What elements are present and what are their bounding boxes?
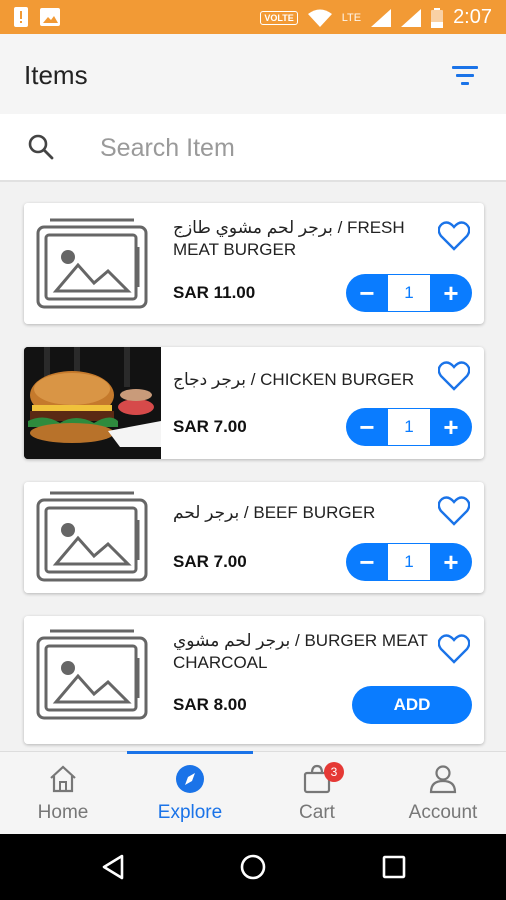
- home-icon: [50, 765, 76, 793]
- filter-icon[interactable]: [452, 64, 478, 86]
- nav-account[interactable]: Account: [380, 752, 506, 835]
- quantity-stepper: − 1 +: [346, 274, 472, 312]
- nav-cart[interactable]: 3 Cart: [254, 752, 380, 835]
- search-input[interactable]: [100, 128, 480, 168]
- cart-badge: 3: [324, 762, 344, 782]
- placeholder-image-icon: [36, 491, 148, 582]
- system-navigation-bar: [0, 834, 506, 900]
- network-type: LTE: [341, 11, 362, 24]
- item-price: SAR 8.00: [173, 695, 247, 714]
- nav-label: Account: [408, 802, 478, 823]
- battery-icon: [431, 7, 444, 28]
- increase-button[interactable]: +: [430, 543, 472, 581]
- nav-label: Home: [37, 802, 89, 823]
- increase-button[interactable]: +: [430, 408, 472, 446]
- wifi-icon: [307, 9, 332, 27]
- quantity-value: 1: [388, 543, 430, 581]
- status-bar: VOLTE LTE 2:07: [0, 0, 506, 34]
- item-card[interactable]: برجر لحم مشوي طازج / FRESH MEAT BURGER S…: [24, 203, 484, 324]
- back-icon[interactable]: [101, 854, 125, 880]
- nav-home[interactable]: Home: [0, 752, 126, 835]
- gallery-icon: [40, 8, 60, 26]
- quantity-stepper: − 1 +: [346, 543, 472, 581]
- nav-label: Explore: [157, 802, 223, 823]
- page-title: Items: [24, 60, 88, 90]
- person-icon: [429, 765, 457, 794]
- compass-icon: [176, 765, 204, 793]
- nav-label: Cart: [299, 802, 335, 823]
- add-button[interactable]: ADD: [352, 686, 472, 724]
- alert-icon: [14, 7, 28, 27]
- item-price: SAR 11.00: [173, 283, 256, 302]
- decrease-button[interactable]: −: [346, 274, 388, 312]
- increase-button[interactable]: +: [430, 274, 472, 312]
- volte-indicator: VOLTE: [260, 10, 298, 25]
- app-header: Items: [0, 34, 506, 114]
- item-image: [24, 203, 160, 324]
- signal-icon: [371, 8, 392, 27]
- clock: 2:07: [453, 6, 492, 28]
- item-card[interactable]: برجر لحم / BEEF BURGER SAR 7.00 − 1 +: [24, 482, 484, 593]
- item-name: برجر لحم / BEEF BURGER: [173, 503, 376, 522]
- item-name: برجر دجاج / CHICKEN BURGER: [173, 370, 415, 389]
- item-price: SAR 7.00: [173, 552, 247, 571]
- item-image: [24, 482, 160, 593]
- quantity-value: 1: [388, 408, 430, 446]
- bottom-navigation: Home Explore 3 Cart Account: [0, 751, 506, 834]
- decrease-button[interactable]: −: [346, 543, 388, 581]
- item-card[interactable]: برجر دجاج / CHICKEN BURGER SAR 7.00 − 1 …: [24, 347, 484, 459]
- item-image: [24, 616, 160, 744]
- heart-icon[interactable]: [438, 634, 470, 664]
- heart-icon[interactable]: [438, 496, 470, 526]
- signal-icon-2: [401, 8, 422, 27]
- search-icon[interactable]: [28, 134, 54, 160]
- home-circle-icon[interactable]: [240, 854, 266, 880]
- quantity-value: 1: [388, 274, 430, 312]
- nav-explore[interactable]: Explore: [127, 752, 253, 835]
- item-price: SAR 7.00: [173, 417, 247, 436]
- placeholder-image-icon: [36, 629, 148, 720]
- burger-photo: [24, 347, 161, 459]
- item-name: برجر لحم مشوي / BURGER MEAT CHARCOAL: [173, 631, 428, 672]
- placeholder-image-icon: [36, 218, 148, 309]
- heart-icon[interactable]: [438, 221, 470, 251]
- burger-image: [24, 347, 161, 459]
- item-name: برجر لحم مشوي طازج / FRESH MEAT BURGER: [173, 218, 405, 259]
- decrease-button[interactable]: −: [346, 408, 388, 446]
- heart-icon[interactable]: [438, 361, 470, 391]
- recents-icon[interactable]: [382, 855, 406, 879]
- item-card[interactable]: برجر لحم مشوي / BURGER MEAT CHARCOAL SAR…: [24, 616, 484, 744]
- search-bar: [0, 114, 506, 182]
- quantity-stepper: − 1 +: [346, 408, 472, 446]
